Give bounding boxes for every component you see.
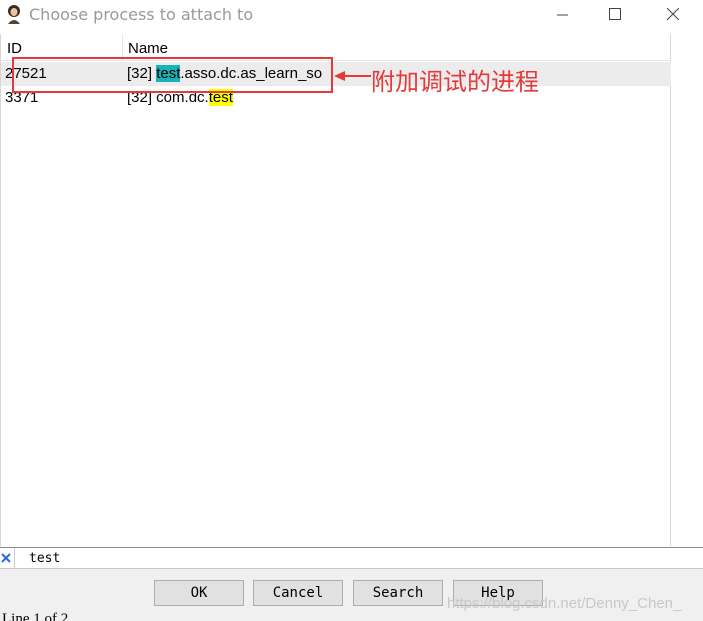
status-line: Line 1 of 2 — [2, 611, 69, 621]
window-title: Choose process to attach to — [29, 5, 254, 24]
cancel-button[interactable]: Cancel — [253, 580, 343, 606]
process-list[interactable]: ID Name 27521 [32] test.asso.dc.as_learn… — [0, 34, 671, 546]
annotation-box — [12, 57, 333, 93]
ok-button[interactable]: OK — [154, 580, 244, 606]
column-header-id[interactable]: ID — [7, 40, 22, 57]
title-bar: Choose process to attach to — [0, 0, 703, 30]
watermark: https://blog.csdn.net/Denny_Chen_ — [447, 595, 682, 612]
clear-search-icon[interactable] — [0, 551, 12, 565]
close-button[interactable] — [650, 0, 696, 30]
search-button[interactable]: Search — [353, 580, 443, 606]
annotation-arrow-icon — [334, 71, 371, 81]
maximize-button[interactable] — [592, 0, 638, 30]
maximize-icon — [609, 8, 621, 20]
search-input[interactable] — [14, 548, 703, 568]
right-gutter — [671, 34, 703, 546]
column-header-name[interactable]: Name — [128, 40, 168, 57]
minimize-icon — [557, 14, 568, 16]
app-icon — [8, 5, 20, 24]
search-bar — [0, 547, 703, 569]
button-bar: OK Cancel Search Help https://blog.csdn.… — [0, 569, 703, 621]
close-icon — [666, 7, 680, 21]
minimize-button[interactable] — [540, 0, 586, 30]
annotation-text: 附加调试的进程 — [371, 68, 539, 96]
